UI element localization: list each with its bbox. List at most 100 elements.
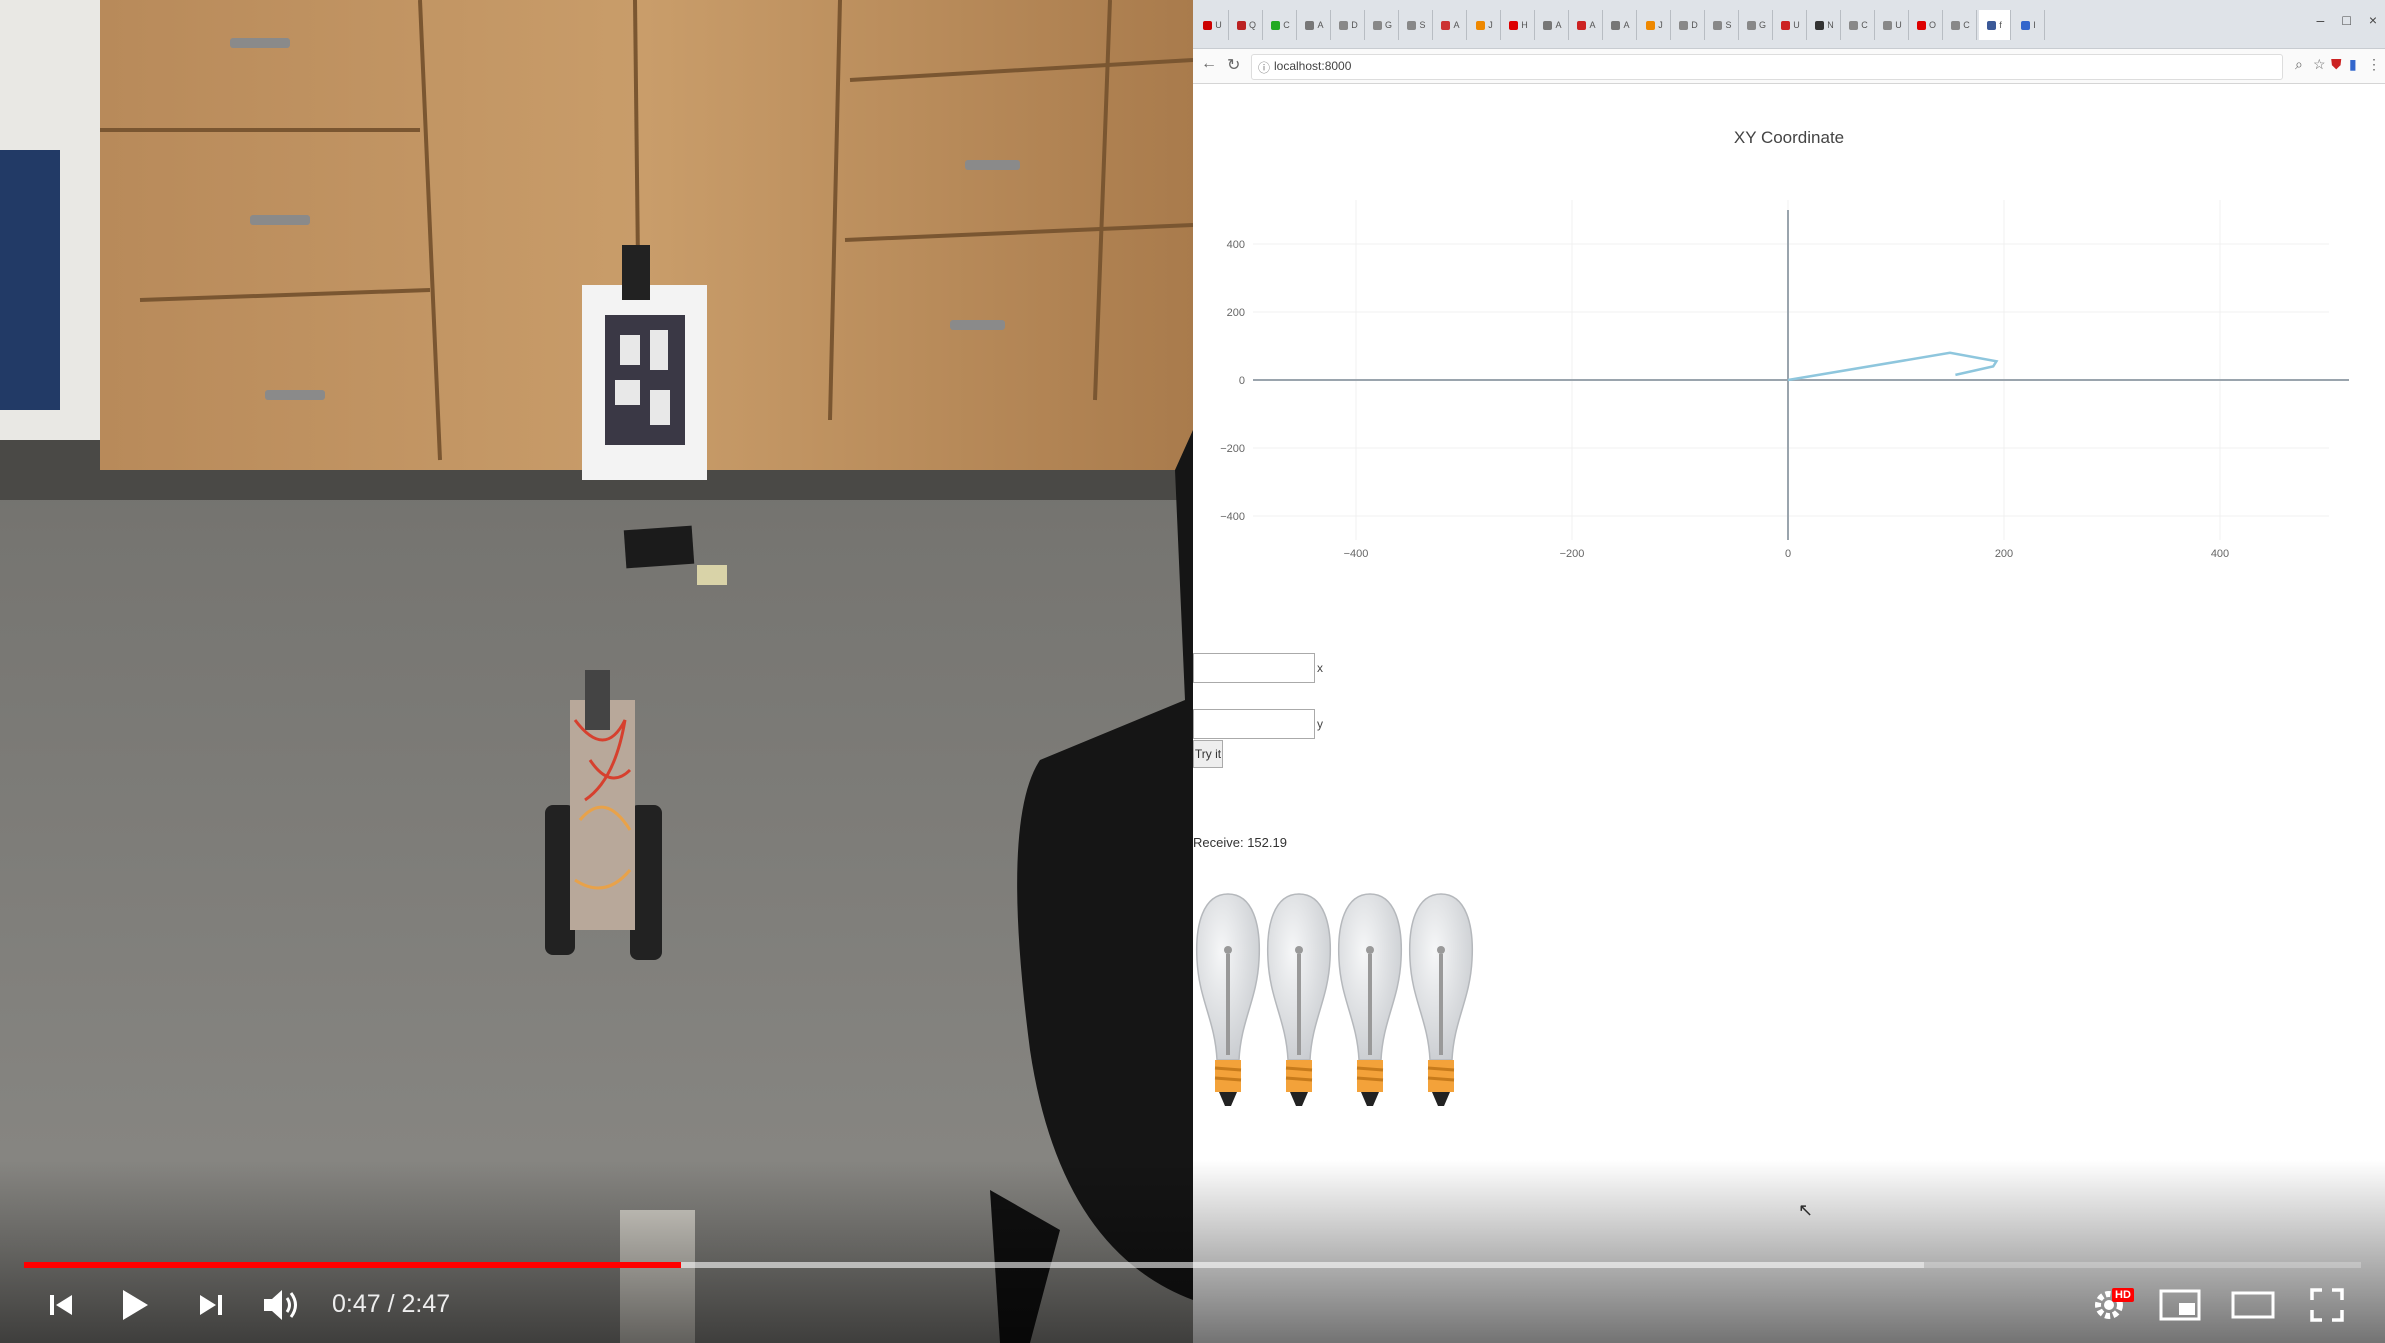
tab-favicon-icon xyxy=(1951,20,1961,30)
tab-label: S xyxy=(1419,20,1426,30)
receive-status: Receive: 152.19 xyxy=(1193,835,1287,850)
volume-button[interactable] xyxy=(258,1284,306,1326)
x-coordinate-input[interactable] xyxy=(1193,653,1315,683)
maximize-button[interactable]: □ xyxy=(2342,12,2350,28)
progress-bar[interactable] xyxy=(24,1262,2361,1268)
tab-label: U xyxy=(1215,20,1222,30)
browser-menu-icon[interactable]: ⋮ xyxy=(2367,56,2381,73)
extension-shield-icon[interactable]: ⛊ xyxy=(2331,56,2342,73)
browser-tab[interactable]: D xyxy=(1673,10,1705,40)
browser-tab[interactable]: A xyxy=(1299,10,1331,40)
browser-tab[interactable]: C xyxy=(1843,10,1875,40)
browser-tab[interactable]: A xyxy=(1571,10,1603,40)
browser-tab[interactable]: C xyxy=(1265,10,1297,40)
tab-favicon-icon xyxy=(1916,20,1926,30)
browser-tab[interactable]: G xyxy=(1741,10,1773,40)
browser-tab[interactable]: A xyxy=(1537,10,1569,40)
tab-favicon-icon xyxy=(2021,20,2031,30)
x-tick-label: 0 xyxy=(1785,548,1791,560)
browser-tab[interactable]: C xyxy=(1945,10,1977,40)
tab-favicon-icon xyxy=(1746,20,1756,30)
url-text: localhost:8000 xyxy=(1274,59,1352,73)
y-tick-label: 200 xyxy=(1227,307,1245,319)
tab-label: N xyxy=(1827,20,1834,30)
browser-tab[interactable]: S xyxy=(1401,10,1433,40)
browser-tab[interactable]: f xyxy=(1979,10,2011,40)
tab-favicon-icon xyxy=(1407,20,1417,30)
browser-tab[interactable]: G xyxy=(1367,10,1399,40)
previous-button[interactable] xyxy=(40,1284,82,1326)
browser-tab[interactable]: Q xyxy=(1231,10,1263,40)
tab-favicon-icon xyxy=(1815,20,1825,30)
address-bar[interactable]: ⓘ localhost:8000 xyxy=(1251,54,2283,80)
time-separator: / xyxy=(380,1290,402,1318)
tab-label: C xyxy=(1861,20,1868,30)
browser-tab[interactable]: S xyxy=(1707,10,1739,40)
browser-toolbar: ← ↻ ⓘ localhost:8000 ⌕ ☆ ⛊ ▮ ⋮ xyxy=(1193,49,2385,84)
tab-favicon-icon xyxy=(1271,20,1281,30)
light-bulb-icon xyxy=(1264,890,1334,1130)
video-player[interactable]: U Q C A D G S A J H A A A J D S G U N C U O Cf I – □ × ← ↻ ⓘ lo… xyxy=(0,0,2385,1343)
zoom-icon[interactable]: ⌕ xyxy=(2295,56,2303,73)
miniplayer-button[interactable] xyxy=(2156,1284,2204,1326)
browser-tab[interactable]: N xyxy=(1809,10,1841,40)
tab-favicon-icon xyxy=(1441,20,1451,30)
close-window-button[interactable]: × xyxy=(2369,12,2377,28)
y-tick-label: 0 xyxy=(1239,375,1245,387)
browser-tab[interactable]: I xyxy=(2013,10,2045,40)
fullscreen-button[interactable] xyxy=(2304,1284,2350,1326)
played-bar xyxy=(24,1262,681,1268)
x-input-label: x xyxy=(1317,661,1323,675)
minimize-button[interactable]: – xyxy=(2317,12,2325,28)
browser-tab[interactable]: U xyxy=(1877,10,1909,40)
camera-video-frame xyxy=(0,0,1193,1343)
browser-tab[interactable]: U xyxy=(1775,10,1807,40)
info-icon[interactable]: ⓘ xyxy=(1258,59,1270,76)
tab-label: A xyxy=(1317,20,1324,30)
tab-label: I xyxy=(2033,20,2036,30)
play-button[interactable] xyxy=(112,1284,158,1326)
tab-favicon-icon xyxy=(1577,20,1587,30)
tab-label: f xyxy=(1999,20,2002,30)
tab-favicon-icon xyxy=(1883,20,1893,30)
y-input-label: y xyxy=(1317,717,1323,731)
try-it-button[interactable]: Try it xyxy=(1193,740,1223,768)
back-arrow-icon[interactable]: ← xyxy=(1201,55,1217,73)
chart-title: XY Coordinate xyxy=(1733,128,1845,147)
tab-label: G xyxy=(1384,20,1392,30)
browser-tab[interactable]: J xyxy=(1469,10,1501,40)
fullscreen-icon xyxy=(2310,1288,2344,1322)
light-bulb-icon xyxy=(1335,890,1405,1130)
browser-tab[interactable]: A xyxy=(1605,10,1637,40)
y-coordinate-input[interactable] xyxy=(1193,709,1315,739)
tab-label: S xyxy=(1725,20,1732,30)
trajectory-line xyxy=(1787,351,1999,382)
theater-mode-button[interactable] xyxy=(2228,1284,2278,1326)
browser-tab[interactable]: H xyxy=(1503,10,1535,40)
tab-label: O xyxy=(1928,20,1936,30)
tab-label: U xyxy=(1895,20,1902,30)
tab-label: G xyxy=(1758,20,1766,30)
browser-tab[interactable]: A xyxy=(1435,10,1467,40)
x-tick-label: 200 xyxy=(1995,548,2013,560)
tab-label: J xyxy=(1488,20,1493,30)
browser-tab[interactable]: J xyxy=(1639,10,1671,40)
tab-label: D xyxy=(1691,20,1698,30)
tab-favicon-icon xyxy=(1339,20,1349,30)
extension-icon[interactable]: ▮ xyxy=(2349,56,2357,73)
bookmark-star-icon[interactable]: ☆ xyxy=(2313,56,2326,73)
tab-favicon-icon xyxy=(1236,20,1246,30)
tab-favicon-icon xyxy=(1203,20,1213,30)
browser-tab[interactable]: U xyxy=(1197,10,1229,40)
x-tick-label: 400 xyxy=(2211,548,2229,560)
x-tick-label: −400 xyxy=(1344,548,1369,560)
y-tick-label: −400 xyxy=(1220,511,1245,523)
next-button[interactable] xyxy=(190,1284,232,1326)
browser-tab[interactable]: D xyxy=(1333,10,1365,40)
tab-favicon-icon xyxy=(1372,20,1382,30)
tab-favicon-icon xyxy=(1679,20,1689,30)
browser-tab[interactable]: O xyxy=(1911,10,1943,40)
reload-icon[interactable]: ↻ xyxy=(1227,55,1240,75)
y-tick-label: −200 xyxy=(1220,443,1245,455)
tab-label: C xyxy=(1283,20,1290,30)
